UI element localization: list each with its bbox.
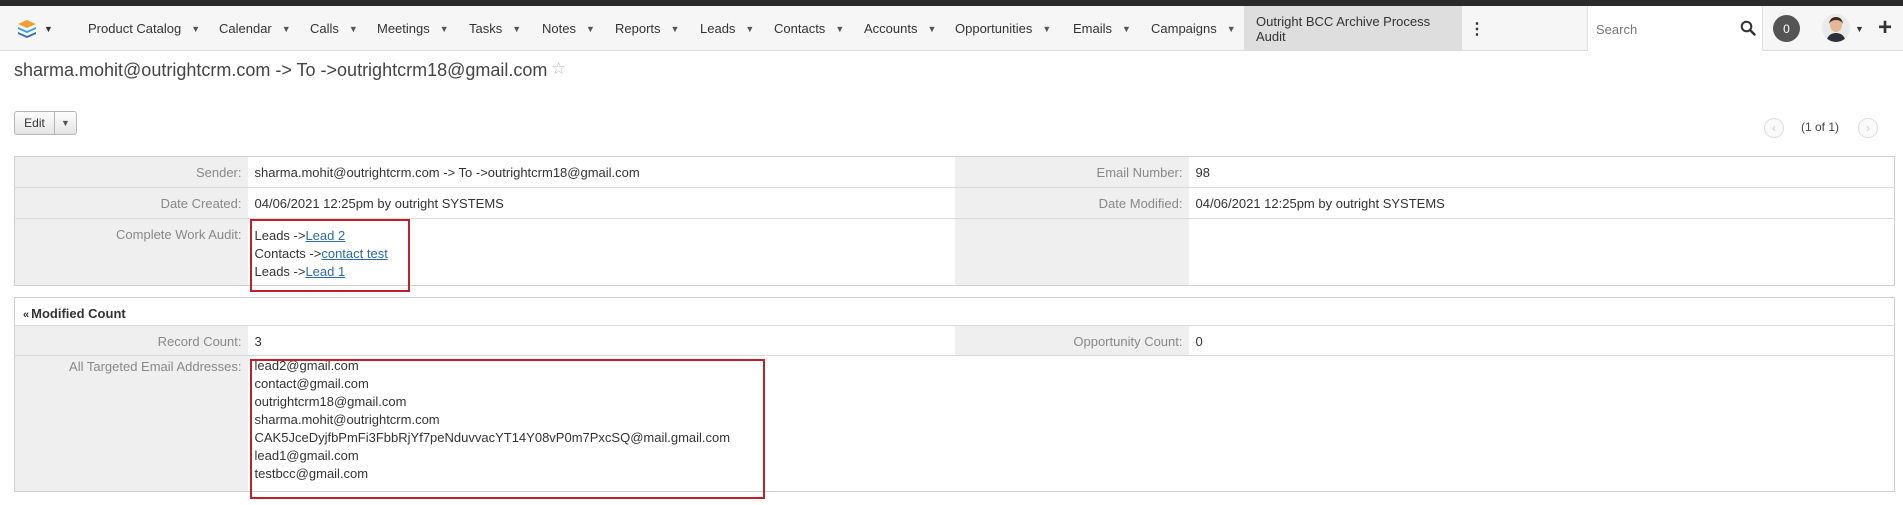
- edit-action-menu: Edit ▼: [14, 111, 77, 135]
- highlight-box-audit: [250, 219, 410, 292]
- search-input[interactable]: [1596, 18, 1726, 40]
- nav-item-notes[interactable]: Notes ▼: [542, 6, 595, 51]
- chevron-down-icon[interactable]: ▼: [282, 24, 291, 34]
- record-count-value: 3: [247, 325, 955, 356]
- date-modified-value: 04/06/2021 12:25pm by outright SYSTEMS: [1188, 187, 1895, 219]
- chevron-down-icon[interactable]: ▼: [927, 24, 936, 34]
- nav-item-label: Accounts: [864, 21, 918, 36]
- nav-item-label: Calendar: [219, 21, 272, 36]
- nav-item-label: Tasks: [469, 21, 503, 36]
- detail-row: Date Created: 04/06/2021 12:25pm by outr…: [14, 187, 1895, 219]
- collapse-chevron-icon[interactable]: «: [23, 309, 29, 321]
- search-icon[interactable]: [1740, 20, 1756, 39]
- nav-item-emails[interactable]: Emails ▼: [1073, 6, 1131, 51]
- next-record-icon[interactable]: ›: [1858, 118, 1878, 138]
- user-avatar[interactable]: [1822, 14, 1850, 42]
- app-logo-menu[interactable]: ▼: [8, 6, 73, 51]
- chevron-down-icon[interactable]: ▼: [671, 24, 680, 34]
- nav-item-label: Reports: [615, 21, 661, 36]
- chevron-down-icon[interactable]: ▼: [1042, 24, 1051, 34]
- chevron-down-icon[interactable]: ▼: [745, 24, 754, 34]
- date-created-label: Date Created:: [14, 187, 248, 219]
- record-count-label: Record Count:: [14, 325, 248, 356]
- page-title: sharma.mohit@outrightcrm.com -> To ->out…: [14, 60, 548, 80]
- nav-item-calls[interactable]: Calls ▼: [310, 6, 358, 51]
- nav-item-label: Calls: [310, 21, 339, 36]
- chevron-down-icon[interactable]: ▼: [349, 24, 358, 34]
- nav-item-product-catalog[interactable]: Product Catalog ▼: [88, 6, 200, 51]
- chevron-down-icon[interactable]: ▼: [835, 24, 844, 34]
- nav-item-leads[interactable]: Leads ▼: [700, 6, 754, 51]
- nav-item-active-module[interactable]: Outright BCC Archive Process Audit: [1244, 6, 1462, 51]
- nav-item-label: Outright BCC Archive Process Audit: [1256, 13, 1431, 44]
- opportunity-count-value: 0: [1188, 325, 1895, 356]
- opportunity-count-label: Opportunity Count:: [954, 325, 1189, 356]
- sender-label: Sender:: [14, 156, 248, 188]
- email-number-label: Email Number:: [954, 156, 1189, 188]
- empty-label: [954, 218, 1189, 286]
- detail-row: Sender: sharma.mohit@outrightcrm.com -> …: [14, 156, 1895, 188]
- navbar: ▼ Product Catalog ▼ Calendar ▼ Calls ▼ M…: [0, 6, 1903, 51]
- empty-value: [1188, 218, 1895, 286]
- nav-item-reports[interactable]: Reports ▼: [615, 6, 679, 51]
- chevron-down-icon[interactable]: ▼: [191, 24, 200, 34]
- chevron-down-icon[interactable]: ▼: [440, 24, 449, 34]
- detail-row: Record Count: 3 Opportunity Count: 0: [14, 325, 1895, 356]
- chevron-down-icon[interactable]: ▼: [55, 112, 76, 134]
- chevron-down-icon[interactable]: ▼: [586, 24, 595, 34]
- nav-item-label: Campaigns: [1151, 21, 1217, 36]
- panel-header[interactable]: «Modified Count: [14, 297, 1895, 326]
- nav-item-label: Emails: [1073, 21, 1113, 36]
- nav-item-label: Meetings: [377, 21, 430, 36]
- chevron-down-icon: ▼: [44, 23, 53, 34]
- panel-title-text: Modified Count: [31, 306, 126, 321]
- nav-item-label: Leads: [700, 21, 736, 36]
- all-targeted-email-addresses-label: All Targeted Email Addresses:: [14, 355, 248, 492]
- edit-button[interactable]: Edit: [15, 112, 55, 134]
- chevron-down-icon[interactable]: ▼: [512, 24, 521, 34]
- nav-item-contacts[interactable]: Contacts ▼: [774, 6, 844, 51]
- nav-item-label: Product Catalog: [88, 21, 182, 36]
- chevron-down-icon[interactable]: ▼: [1122, 24, 1131, 34]
- nav-item-label: Contacts: [774, 21, 826, 36]
- previous-record-icon[interactable]: ‹: [1764, 118, 1784, 138]
- favorite-star-icon[interactable]: ☆: [551, 59, 566, 79]
- nav-item-opportunities[interactable]: Opportunities ▼: [955, 6, 1051, 51]
- pagination-label: (1 of 1): [1801, 120, 1840, 134]
- complete-work-audit-label: Complete Work Audit:: [14, 218, 248, 286]
- more-vertical-icon[interactable]: ⋮: [1469, 6, 1485, 51]
- nav-item-tasks[interactable]: Tasks ▼: [469, 6, 521, 51]
- global-search: [1587, 6, 1763, 51]
- nav-item-accounts[interactable]: Accounts ▼: [864, 6, 936, 51]
- nav-item-label: Notes: [542, 21, 576, 36]
- chevron-down-icon[interactable]: ▼: [1855, 24, 1864, 34]
- plus-icon[interactable]: +: [1873, 11, 1897, 45]
- date-created-value: 04/06/2021 12:25pm by outright SYSTEMS: [247, 187, 955, 219]
- date-modified-label: Date Modified:: [954, 187, 1189, 219]
- nav-item-label: Opportunities: [955, 21, 1033, 36]
- nav-item-calendar[interactable]: Calendar ▼: [219, 6, 291, 51]
- layers-logo-icon: [18, 19, 36, 38]
- notification-badge[interactable]: 0: [1773, 15, 1800, 42]
- nav-item-meetings[interactable]: Meetings ▼: [377, 6, 449, 51]
- sender-value: sharma.mohit@outrightcrm.com -> To ->out…: [247, 156, 955, 188]
- email-number-value: 98: [1188, 156, 1895, 188]
- highlight-box-addresses: [250, 359, 765, 499]
- panel-title[interactable]: «Modified Count: [14, 297, 1895, 326]
- nav-item-campaigns[interactable]: Campaigns ▼: [1151, 6, 1236, 51]
- chevron-down-icon[interactable]: ▼: [1227, 24, 1236, 34]
